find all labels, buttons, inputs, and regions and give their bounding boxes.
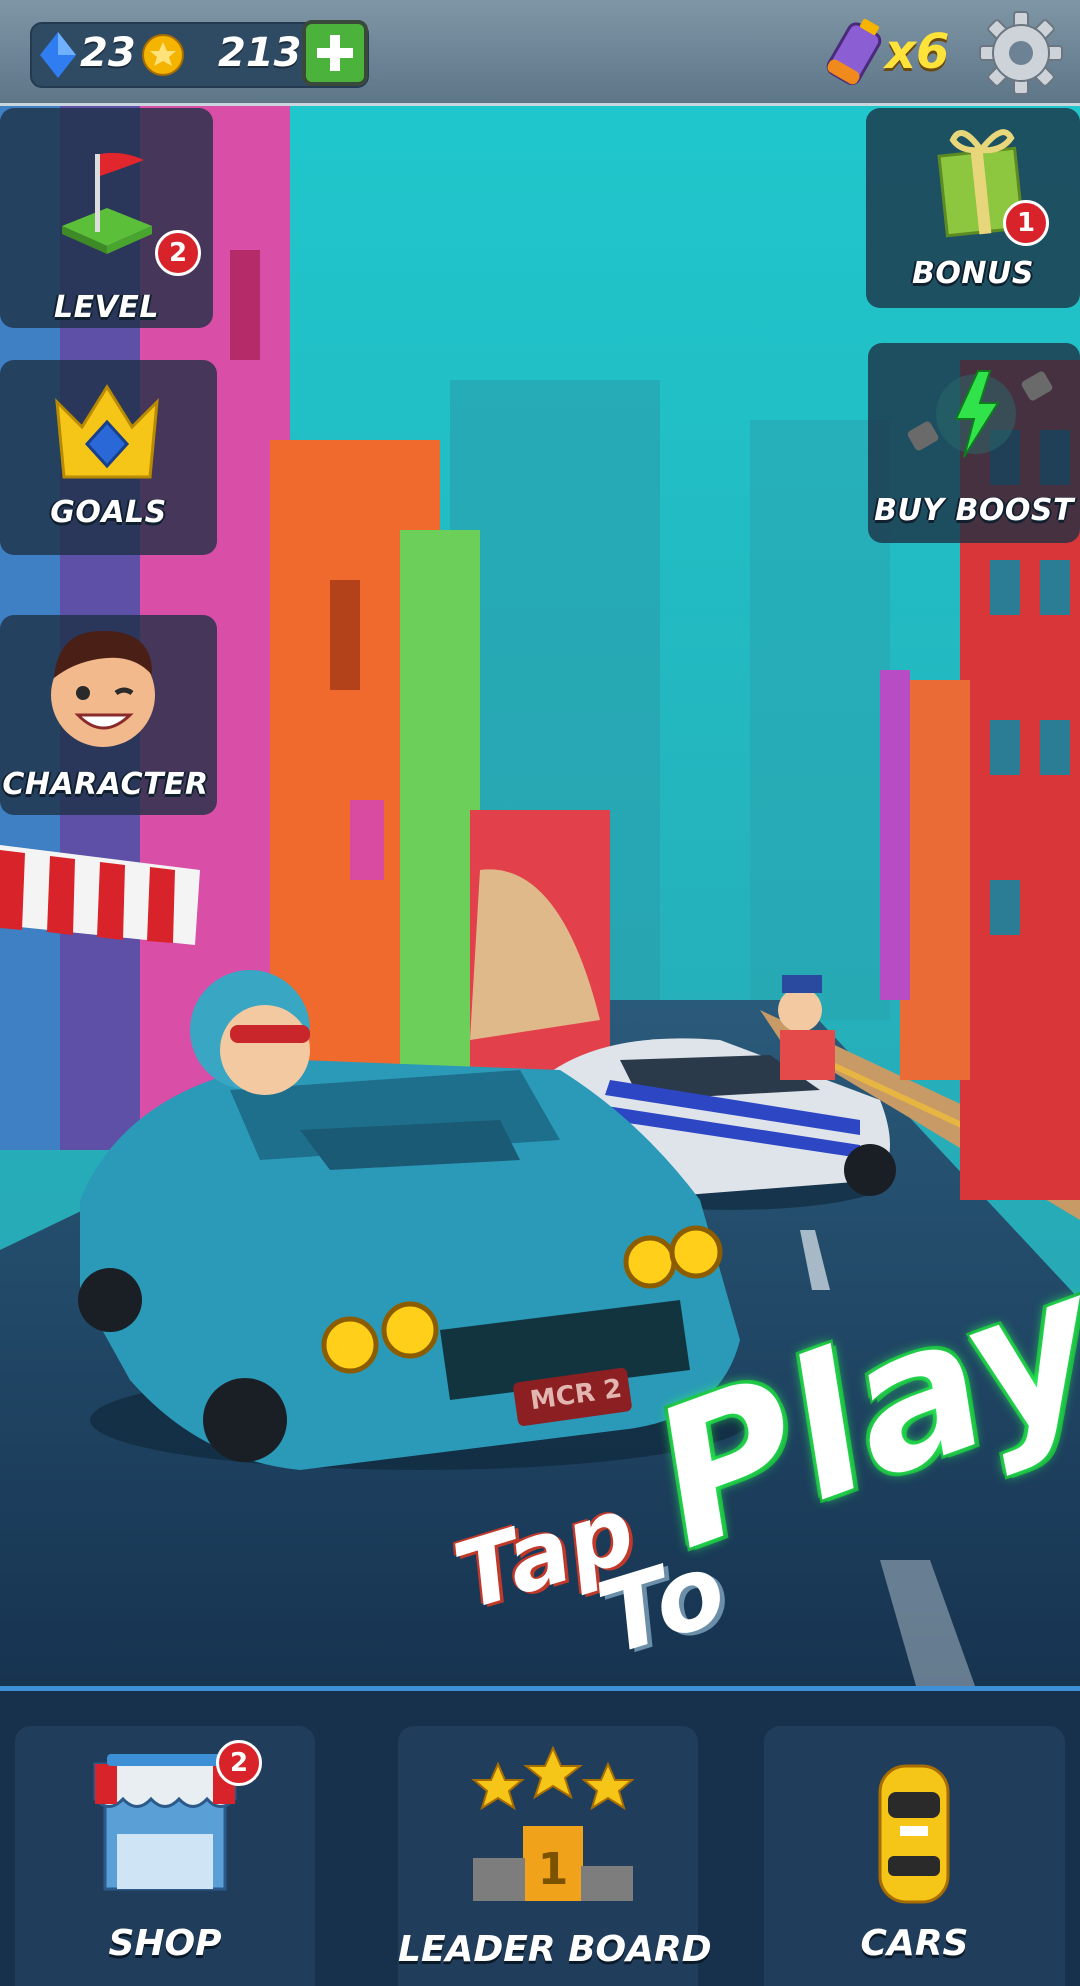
taxi-car-icon	[878, 1764, 950, 1904]
goals-button[interactable]: GOALS	[0, 360, 217, 555]
game-screen[interactable]: 23 213 x6 2 LEVEL GOALS CHARACTER 1 BONU…	[0, 0, 1080, 1986]
coin-count: 213	[218, 30, 302, 76]
level-badge: 2	[155, 230, 201, 276]
top-bar: 23 213 x6	[0, 0, 1080, 106]
bonus-button[interactable]: 1 BONUS	[866, 108, 1080, 308]
cars-button[interactable]: CARS	[764, 1726, 1065, 1986]
level-button[interactable]: 2 LEVEL	[0, 108, 213, 328]
bonus-badge: 1	[1003, 200, 1049, 246]
gear-icon[interactable]	[978, 10, 1064, 96]
leaderboard-label: LEADER BOARD	[398, 1929, 712, 1970]
boost-icon	[907, 370, 1053, 458]
podium-stars-icon: 1	[471, 1746, 635, 1901]
rank-number: 1	[538, 1844, 569, 1895]
bottom-nav-divider	[0, 1686, 1080, 1691]
shop-label: SHOP	[108, 1923, 222, 1964]
crown-icon	[55, 384, 159, 479]
gem-count: 23	[80, 30, 136, 76]
add-currency-button[interactable]	[302, 20, 368, 86]
shop-button[interactable]: 2 SHOP	[15, 1726, 315, 1986]
golf-flag-icon	[62, 152, 152, 254]
buy-boost-label: BUY BOOST	[874, 493, 1074, 528]
boost-count: x6	[885, 24, 950, 80]
plus-icon	[317, 35, 353, 71]
battery-icon[interactable]	[822, 18, 888, 86]
cars-label: CARS	[860, 1923, 969, 1964]
buy-boost-button[interactable]: BUY BOOST	[868, 343, 1080, 543]
leaderboard-button[interactable]: 1 LEADER BOARD	[398, 1726, 712, 1986]
shop-badge: 2	[216, 1740, 262, 1786]
character-label: CHARACTER	[2, 767, 209, 802]
blue-gem-icon	[40, 32, 76, 78]
gold-coin-icon	[142, 34, 184, 76]
character-face-icon	[51, 630, 155, 747]
character-button[interactable]: CHARACTER	[0, 615, 217, 815]
level-label: LEVEL	[54, 290, 159, 325]
bonus-label: BONUS	[912, 256, 1034, 291]
goals-label: GOALS	[50, 495, 167, 530]
